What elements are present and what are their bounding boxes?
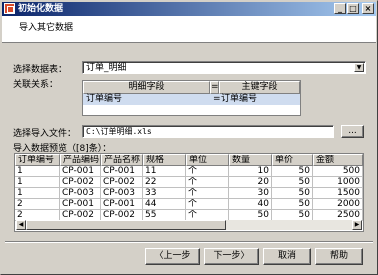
cell-price: 50: [272, 188, 313, 199]
cell-order-no: 2: [15, 199, 60, 210]
table-select[interactable]: 订单_明细 ▼: [82, 61, 366, 74]
close-button[interactable]: ×: [362, 3, 374, 14]
cell-spec: 33: [143, 188, 186, 199]
title-bar[interactable]: 初始化数据 _ □ ×: [2, 2, 376, 16]
cell-product-code: CP-001: [60, 166, 101, 177]
cell-product-name: CP-001: [101, 166, 143, 177]
cancel-button[interactable]: 取消: [263, 248, 311, 265]
cell-qty: 20: [229, 177, 272, 188]
cell-amount: 1000: [313, 177, 363, 188]
cell-spec: 44: [143, 199, 186, 210]
cell-unit: 个: [186, 199, 229, 210]
dialog-window: 初始化数据 _ □ × 导入其它数据 选择数据表： 订单_明细 ▼ 关联关系： …: [0, 0, 378, 275]
mapping-header-eq[interactable]: =: [210, 81, 219, 94]
cell-unit: 个: [186, 188, 229, 199]
table-row[interactable]: 2 CP-001 CP-001 44 个 40 50 2000: [15, 199, 363, 210]
preview-table[interactable]: 订单编号 产品编码 产品名称 规格 单位 数量 单价 金额 1 CP-001 C…: [14, 153, 364, 232]
relation-grid: 明细字段 = 主键字段 订单编号 = 订单编号: [82, 80, 301, 116]
col-header-product-name[interactable]: 产品名称: [101, 154, 143, 166]
cell-price: 50: [272, 166, 313, 177]
cell-qty: 30: [229, 188, 272, 199]
cell-price: 50: [272, 177, 313, 188]
file-path-value: C:\订单明细.xls: [86, 127, 152, 136]
next-button[interactable]: 下一步〉: [204, 248, 259, 265]
col-header-product-code[interactable]: 产品编码: [60, 154, 101, 166]
cell-order-no: 1: [15, 188, 60, 199]
cell-product-code: CP-001: [60, 199, 101, 210]
cell-price: 50: [272, 199, 313, 210]
scroll-left-icon[interactable]: ◀: [16, 220, 26, 230]
page-subtitle: 导入其它数据: [19, 23, 74, 33]
cell-product-code: CP-003: [60, 188, 101, 199]
col-header-price[interactable]: 单价: [272, 154, 313, 166]
cell-product-name: CP-002: [101, 177, 143, 188]
table-row[interactable]: 1 CP-002 CP-002 22 个 20 50 1000: [15, 177, 363, 188]
mapping-header-primary[interactable]: 主键字段: [219, 81, 300, 94]
cell-product-code: CP-002: [60, 177, 101, 188]
col-header-unit[interactable]: 单位: [186, 154, 229, 166]
scroll-right-icon[interactable]: ▶: [352, 220, 362, 230]
cell-order-no: 1: [15, 166, 60, 177]
mapping-header-detail[interactable]: 明细字段: [83, 81, 210, 94]
cell-product-name: CP-003: [101, 188, 143, 199]
cell-unit: 个: [186, 177, 229, 188]
maximize-button[interactable]: □: [347, 3, 359, 14]
help-button[interactable]: 帮助: [315, 248, 363, 265]
relation-label: 关联关系：: [13, 80, 59, 90]
mapping-detail-field[interactable]: 订单编号: [86, 94, 122, 105]
divider: [5, 241, 373, 243]
scrollbar-thumb[interactable]: [26, 220, 226, 230]
cell-qty: 40: [229, 199, 272, 210]
horizontal-scrollbar[interactable]: ◀ ▶: [16, 220, 362, 230]
cell-order-no: 1: [15, 177, 60, 188]
mapping-row[interactable]: 订单编号 = 订单编号: [83, 94, 300, 105]
col-header-amount[interactable]: 金额: [313, 154, 363, 166]
minimize-button[interactable]: _: [334, 3, 346, 14]
cell-amount: 1500: [313, 188, 363, 199]
mapping-primary-field[interactable]: 订单编号: [221, 94, 257, 105]
cell-spec: 22: [143, 177, 186, 188]
cell-unit: 个: [186, 166, 229, 177]
back-button[interactable]: 〈上一步: [145, 248, 200, 265]
table-row[interactable]: 1 CP-001 CP-001 11 个 10 50 500: [15, 166, 363, 177]
table-label: 选择数据表：: [13, 65, 68, 75]
cell-amount: 500: [313, 166, 363, 177]
cell-qty: 10: [229, 166, 272, 177]
col-header-spec[interactable]: 规格: [143, 154, 186, 166]
table-row[interactable]: 1 CP-003 CP-003 33 个 30 50 1500: [15, 188, 363, 199]
chevron-down-icon[interactable]: ▼: [354, 63, 364, 72]
col-header-qty[interactable]: 数量: [229, 154, 272, 166]
col-header-order-no[interactable]: 订单编号: [15, 154, 60, 166]
table-select-value: 订单_明细: [86, 63, 127, 73]
file-path-input[interactable]: C:\订单明细.xls: [82, 125, 334, 138]
file-label: 选择导入文件：: [13, 129, 77, 139]
cell-product-name: CP-001: [101, 199, 143, 210]
cell-amount: 2000: [313, 199, 363, 210]
cell-spec: 11: [143, 166, 186, 177]
browse-button[interactable]: ...: [341, 125, 364, 138]
mapping-eq: =: [213, 94, 221, 104]
window-title: 初始化数据: [18, 4, 64, 14]
header-panel: 导入其它数据: [2, 16, 376, 43]
app-icon: [4, 3, 15, 14]
